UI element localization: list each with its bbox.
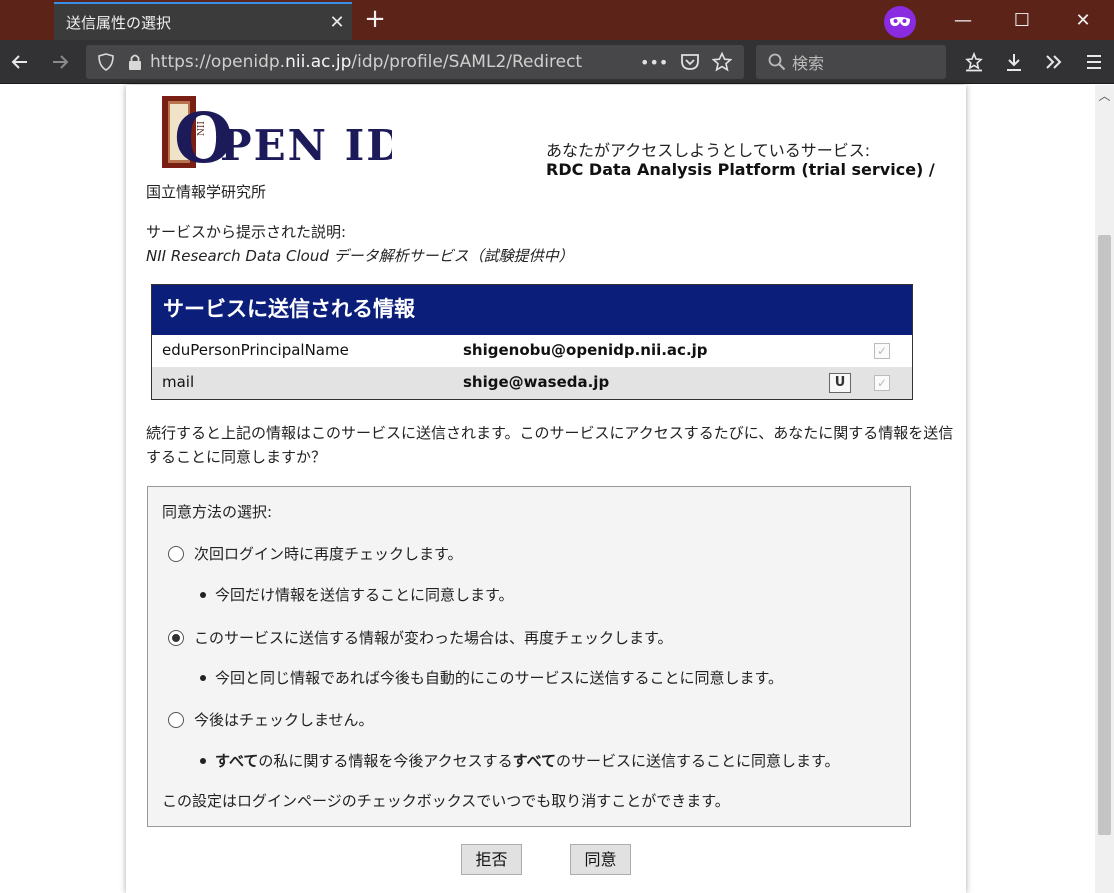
attribute-name: mail [162,373,195,391]
search-placeholder: 検索 [792,54,825,73]
consent-option-label: 今後はチェックしません。 [194,711,374,729]
consent-option-never-ask[interactable]: 今後はチェックしません。 [168,709,374,730]
bookmarks-menu-icon[interactable] [958,46,990,78]
radio-button[interactable] [168,711,184,728]
browser-titlebar: 送信属性の選択 ✕ + — ☐ ✕ [0,0,1114,40]
page-actions-icon[interactable]: ••• [640,53,668,72]
scroll-thumb[interactable] [1098,235,1111,835]
window-maximize-button[interactable]: ☐ [999,0,1045,40]
consent-option-ask-on-change[interactable]: このサービスに送信する情報が変わった場合は、再度チェックします。 [168,627,673,648]
reject-button[interactable]: 拒否 [461,844,522,875]
search-bar[interactable]: 検索 [756,45,946,79]
attribute-name: eduPersonPrincipalName [162,341,349,359]
attribute-value: shige@waseda.jp [463,373,610,391]
consent-notice: 続行すると上記の情報はこのサービスに送信されます。このサービスにアクセスするたび… [146,424,954,466]
consent-options-title: 同意方法の選択: [162,503,273,521]
overflow-chevron-icon[interactable] [1038,46,1070,78]
private-browsing-icon [884,6,916,38]
search-icon [768,53,786,71]
attribute-row: mail shige@waseda.jp U ✓ [152,367,912,399]
address-bar[interactable]: https://openidp.nii.ac.jp/idp/profile/SA… [86,45,744,79]
consent-option-ask-next-login[interactable]: 次回ログイン時に再度チェックします。 [168,543,463,564]
window-minimize-button[interactable]: — [940,0,986,40]
accept-button[interactable]: 同意 [570,844,631,875]
browser-tab[interactable]: 送信属性の選択 ✕ [54,2,352,40]
attribute-value: shigenobu@openidp.nii.ac.jp [463,341,708,359]
tab-close-icon[interactable]: ✕ [322,12,352,33]
bullet-icon [200,674,206,681]
window-close-button[interactable]: ✕ [1060,0,1106,40]
tab-title: 送信属性の選択 [66,13,172,32]
browser-toolbar: https://openidp.nii.ac.jp/idp/profile/SA… [0,40,1114,84]
consent-option-label: このサービスに送信する情報が変わった場合は、再度チェックします。 [194,629,673,647]
lock-icon[interactable] [128,53,142,71]
new-tab-button[interactable]: + [362,4,388,36]
svg-text:PEN IDP: PEN IDP [220,121,392,170]
bullet-icon [200,757,206,764]
radio-button[interactable] [168,545,184,562]
scroll-up-icon[interactable]: ︿ [1095,85,1114,107]
consent-options-box: 同意方法の選択: 次回ログイン時に再度チェックします。 今回だけ情報を送信するこ… [147,486,911,827]
consent-option-detail: すべての私に関する情報を今後アクセスするすべてのサービスに送信することに同意しま… [200,750,840,771]
attribute-table-title: サービスに送信される情報 [152,285,912,335]
attribute-row: eduPersonPrincipalName shigenobu@openidp… [152,335,912,367]
user-attribute-badge-icon[interactable]: U [829,373,851,393]
hamburger-menu-icon[interactable] [1078,46,1110,78]
description-text: NII Research Data Cloud データ解析サービス（試験提供中） [146,247,574,265]
consent-option-detail: 今回と同じ情報であれば今後も自動的にこのサービスに送信することに同意します。 [200,667,783,688]
attribute-checkbox: ✓ [874,343,890,359]
shield-icon[interactable] [98,53,114,71]
consent-option-detail: 今回だけ情報を送信することに同意します。 [200,584,514,605]
back-arrow-icon[interactable] [4,46,36,78]
pocket-icon[interactable] [680,53,700,71]
downloads-icon[interactable] [998,46,1030,78]
description-label: サービスから提示された説明: [146,223,347,241]
forward-arrow-icon[interactable] [44,46,76,78]
bookmark-star-icon[interactable] [712,52,733,72]
organization-name: 国立情報学研究所 [146,183,267,201]
attribute-table: サービスに送信される情報 eduPersonPrincipalName shig… [151,284,913,400]
url-text[interactable]: https://openidp.nii.ac.jp/idp/profile/SA… [150,52,626,72]
page-scrollbar[interactable]: ︿ [1095,85,1114,893]
service-name: RDC Data Analysis Platform (trial servic… [546,160,935,179]
attribute-checkbox: ✓ [874,375,890,391]
openidp-logo: NII O PEN IDP [160,92,436,179]
consent-option-label: 次回ログイン時に再度チェックします。 [194,545,463,563]
radio-button-selected[interactable] [168,629,184,646]
bullet-icon [200,591,206,598]
service-label: あなたがアクセスしようとしているサービス: [546,141,871,160]
revoke-note: この設定はログインページのチェックボックスでいつでも取り消すことができます。 [162,792,730,810]
